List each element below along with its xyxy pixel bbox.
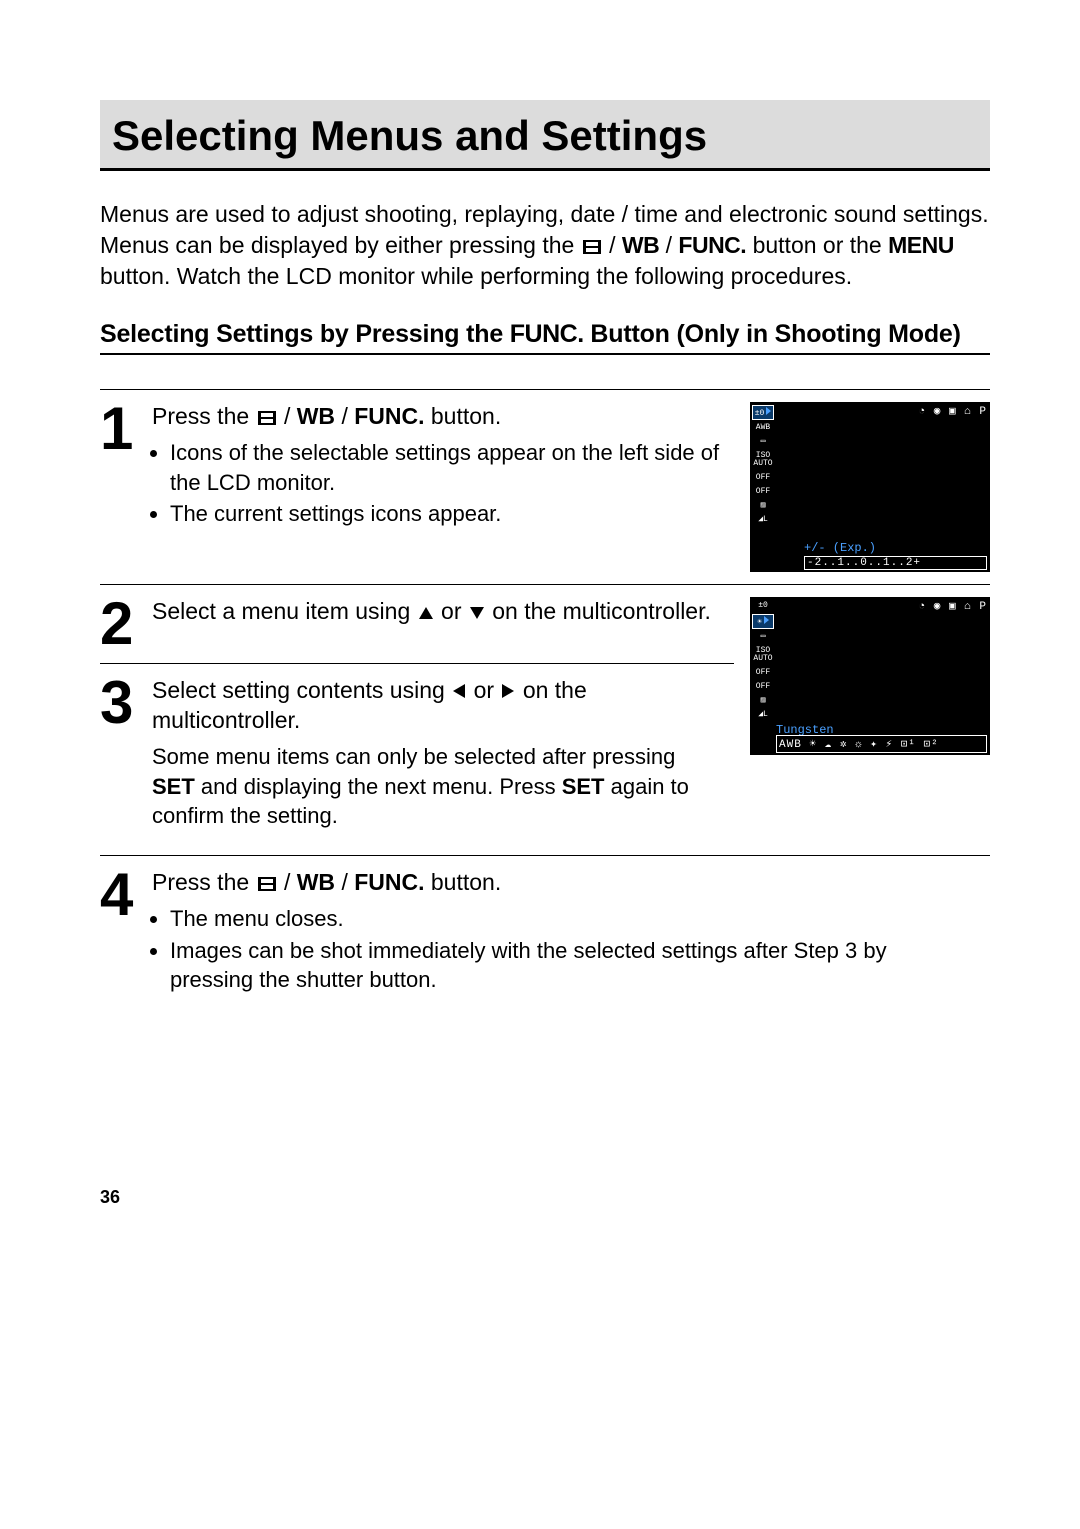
lcd2-side-wb: ☀ [752,614,774,629]
lcd2-side-size: ◢L [752,709,774,721]
step-3-head: Select setting contents using or on the … [152,676,718,736]
lcd1-scale: -2..1..0..1..2+ [804,556,987,570]
step-3: 3 Select setting contents using or on th… [100,676,734,843]
step-4: 4 Press the / WB / FUNC. button. The men… [100,855,990,1007]
step-3-number: 3 [100,676,140,730]
step-1-head: Press the / WB / FUNC. button. [152,402,734,432]
steps-2-3-group: 2 Select a menu item using or on the mul… [100,584,990,843]
step-3-pre: Select setting contents using [152,677,451,703]
menu-label: MENU [888,232,954,258]
lcd2-wb-options: AWB ☀ ☁ ✲ ☼ ✦ ⚡ ⊡¹ ⊡² [776,735,987,753]
step-1-bullet-2: The current settings icons appear. [170,499,734,529]
intro-paragraph: Menus are used to adjust shooting, repla… [100,199,990,292]
lcd1-side-exp: ±0 [752,405,774,420]
step-4-bullets: The menu closes. Images can be shot imme… [170,904,974,995]
slash-2: / [666,232,679,258]
set-label-2: SET [562,774,605,799]
subhead-pre: Selecting Settings by Pressing the [100,320,510,348]
step-2-head: Select a menu item using or on the multi… [152,597,718,627]
d-pre: Some menu items can only be selected aft… [152,744,675,769]
step-3-mid: or [474,677,501,703]
step-1-pre: Press the [152,403,256,429]
d-mid: and displaying the next menu. Press [201,774,562,799]
step-2: 2 Select a menu item using or on the mul… [100,597,734,651]
step-4-head: Press the / WB / FUNC. button. [152,868,974,898]
step-4-post: button. [431,869,501,895]
set-label-1: SET [152,774,195,799]
func-label: FUNC. [354,869,424,895]
slash-1: / [609,232,622,258]
lcd2-side-exp: ±0 [752,600,774,612]
step-1-post: button. [431,403,501,429]
divider [100,663,734,664]
func-label: FUNC. [678,232,746,258]
lcd2-side-iso: ISO AUTO [752,645,774,665]
intro-text-3: button. Watch the LCD monitor while perf… [100,263,852,289]
lcd1-side-comp: ▨ [752,500,774,512]
lcd1-bottom: +/- (Exp.) -2..1..0..1..2+ [804,541,987,570]
lcd1-side-off1: OFF [752,472,774,484]
wb-label: WB [297,869,335,895]
selection-cursor-icon [766,407,771,415]
section-title-bar: Selecting Menus and Settings [100,100,990,171]
selection-cursor-icon [764,616,769,624]
step-3-detail: Some menu items can only be selected aft… [152,742,718,831]
subsection-heading: Selecting Settings by Pressing the FUNC.… [100,320,990,355]
step-4-pre: Press the [152,869,256,895]
up-arrow-icon [419,607,433,619]
slash: / [341,403,354,429]
step-2-number: 2 [100,597,140,651]
lcd2-side-drive: ▭ [752,631,774,643]
left-arrow-icon [453,684,465,698]
lcd1-caption: +/- (Exp.) [804,541,987,555]
exposure-compensation-icon [258,411,276,425]
wb-label: WB [297,403,335,429]
lcd1-side-icons: ±0 AWB ▭ ISO AUTO OFF OFF ▨ ◢L [750,402,776,572]
step-4-number: 4 [100,868,140,922]
slash: / [284,403,297,429]
lcd1-side-off2: OFF [752,486,774,498]
section-title: Selecting Menus and Settings [112,112,978,160]
step-1-bullets: Icons of the selectable settings appear … [170,438,734,529]
func-label: FUNC. [354,403,424,429]
subhead-post: Button (Only in Shooting Mode) [590,320,960,348]
step-2-post: on the multicontroller. [492,598,711,624]
lcd1-side-size: ◢L [752,514,774,526]
wb-options-text: AWB ☀ ☁ ✲ ☼ ✦ ⚡ ⊡¹ ⊡² [779,739,939,751]
step-1-number: 1 [100,402,140,456]
page-number: 36 [100,1187,990,1208]
right-arrow-icon [502,684,514,698]
step-2-mid: or [441,598,468,624]
lcd2-side-icons: ±0 ☀ ▭ ISO AUTO OFF OFF ▨ ◢L [750,597,776,755]
exposure-compensation-icon [258,877,276,891]
step-1-bullet-1: Icons of the selectable settings appear … [170,438,734,497]
down-arrow-icon [470,607,484,619]
manual-page: Selecting Menus and Settings Menus are u… [0,0,1080,1268]
intro-text-2: button or the [753,232,889,258]
step-4-bullet-1: The menu closes. [170,904,974,934]
lcd2-side-comp: ▨ [752,695,774,707]
lcd1-side-drive: ▭ [752,436,774,448]
step-4-bullet-2: Images can be shot immediately with the … [170,936,974,995]
lcd1-side-iso: ISO AUTO [752,450,774,470]
slash: / [284,869,297,895]
exposure-compensation-icon [583,240,601,254]
lcd-screenshot-1: ◔ ◉ ▣ ⌂ P ±0 AWB ▭ ISO AUTO OFF OFF ▨ ◢L… [750,402,990,572]
step-1-body: Press the / WB / FUNC. button. Icons of … [152,402,750,541]
subhead-func: FUNC. [510,320,584,348]
step-2-pre: Select a menu item using [152,598,417,624]
slash: / [341,869,354,895]
lcd-screenshot-2: ◔ ◉ ▣ ⌂ P ±0 ☀ ▭ ISO AUTO OFF OFF ▨ ◢L T… [750,597,990,755]
step-1: 1 Press the / WB / FUNC. button. Icons o… [100,389,990,572]
lcd1-side-awb: AWB [752,422,774,434]
lcd2-side-off2: OFF [752,681,774,693]
lcd2-side-off1: OFF [752,667,774,679]
wb-label: WB [622,232,659,258]
